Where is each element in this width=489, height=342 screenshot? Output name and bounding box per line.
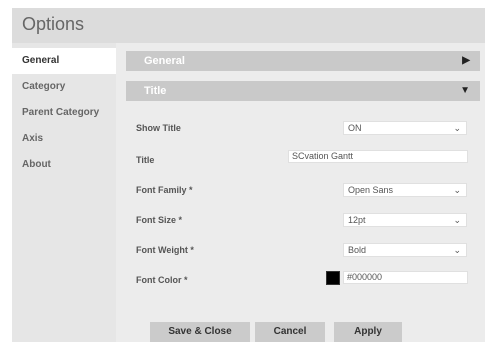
font-family-value: Open Sans	[348, 185, 394, 195]
sidebar-item-category[interactable]: Category	[12, 74, 116, 100]
section-title-header[interactable]: Title ▼	[126, 81, 480, 101]
font-color-label: Font Color *	[136, 275, 188, 285]
sidebar-item-parent-category[interactable]: Parent Category	[12, 100, 116, 126]
font-weight-select[interactable]: Bold ⌄	[343, 243, 467, 257]
section-general-label: General	[144, 55, 185, 67]
show-title-value: ON	[348, 123, 362, 133]
options-dialog: Options General Category Parent Category…	[12, 8, 485, 342]
font-color-input[interactable]: #000000	[343, 271, 468, 284]
show-title-select[interactable]: ON ⌄	[343, 121, 467, 135]
triangle-right-icon: ▶	[462, 55, 470, 66]
show-title-label: Show Title	[136, 123, 181, 133]
cancel-button[interactable]: Cancel	[255, 322, 325, 342]
chevron-down-icon: ⌄	[453, 185, 461, 195]
save-close-button[interactable]: Save & Close	[150, 322, 250, 342]
options-content: General ▶ Title ▼ Show Title ON ⌄ Title …	[116, 43, 485, 342]
sidebar: General Category Parent Category Axis Ab…	[12, 43, 116, 342]
section-general-header[interactable]: General ▶	[126, 51, 480, 71]
section-title-label: Title	[144, 85, 167, 97]
font-size-label: Font Size *	[136, 215, 183, 225]
font-size-select[interactable]: 12pt ⌄	[343, 213, 467, 227]
title-label: Title	[136, 155, 155, 165]
chevron-down-icon: ⌄	[453, 245, 461, 255]
font-color-swatch[interactable]	[326, 271, 340, 285]
chevron-down-icon: ⌄	[453, 215, 461, 225]
sidebar-item-general[interactable]: General	[12, 48, 116, 74]
apply-button[interactable]: Apply	[334, 322, 402, 342]
sidebar-item-axis[interactable]: Axis	[12, 126, 116, 152]
triangle-down-icon: ▼	[460, 85, 470, 96]
dialog-titlebar: Options	[12, 8, 485, 43]
font-size-value: 12pt	[348, 215, 366, 225]
font-family-select[interactable]: Open Sans ⌄	[343, 183, 467, 197]
title-input[interactable]: SCvation Gantt	[288, 150, 468, 163]
font-family-label: Font Family *	[136, 185, 193, 195]
font-weight-label: Font Weight *	[136, 245, 194, 255]
sidebar-item-about[interactable]: About	[12, 152, 116, 178]
font-weight-value: Bold	[348, 245, 367, 255]
chevron-down-icon: ⌄	[453, 123, 461, 133]
dialog-title: Options	[22, 14, 85, 34]
